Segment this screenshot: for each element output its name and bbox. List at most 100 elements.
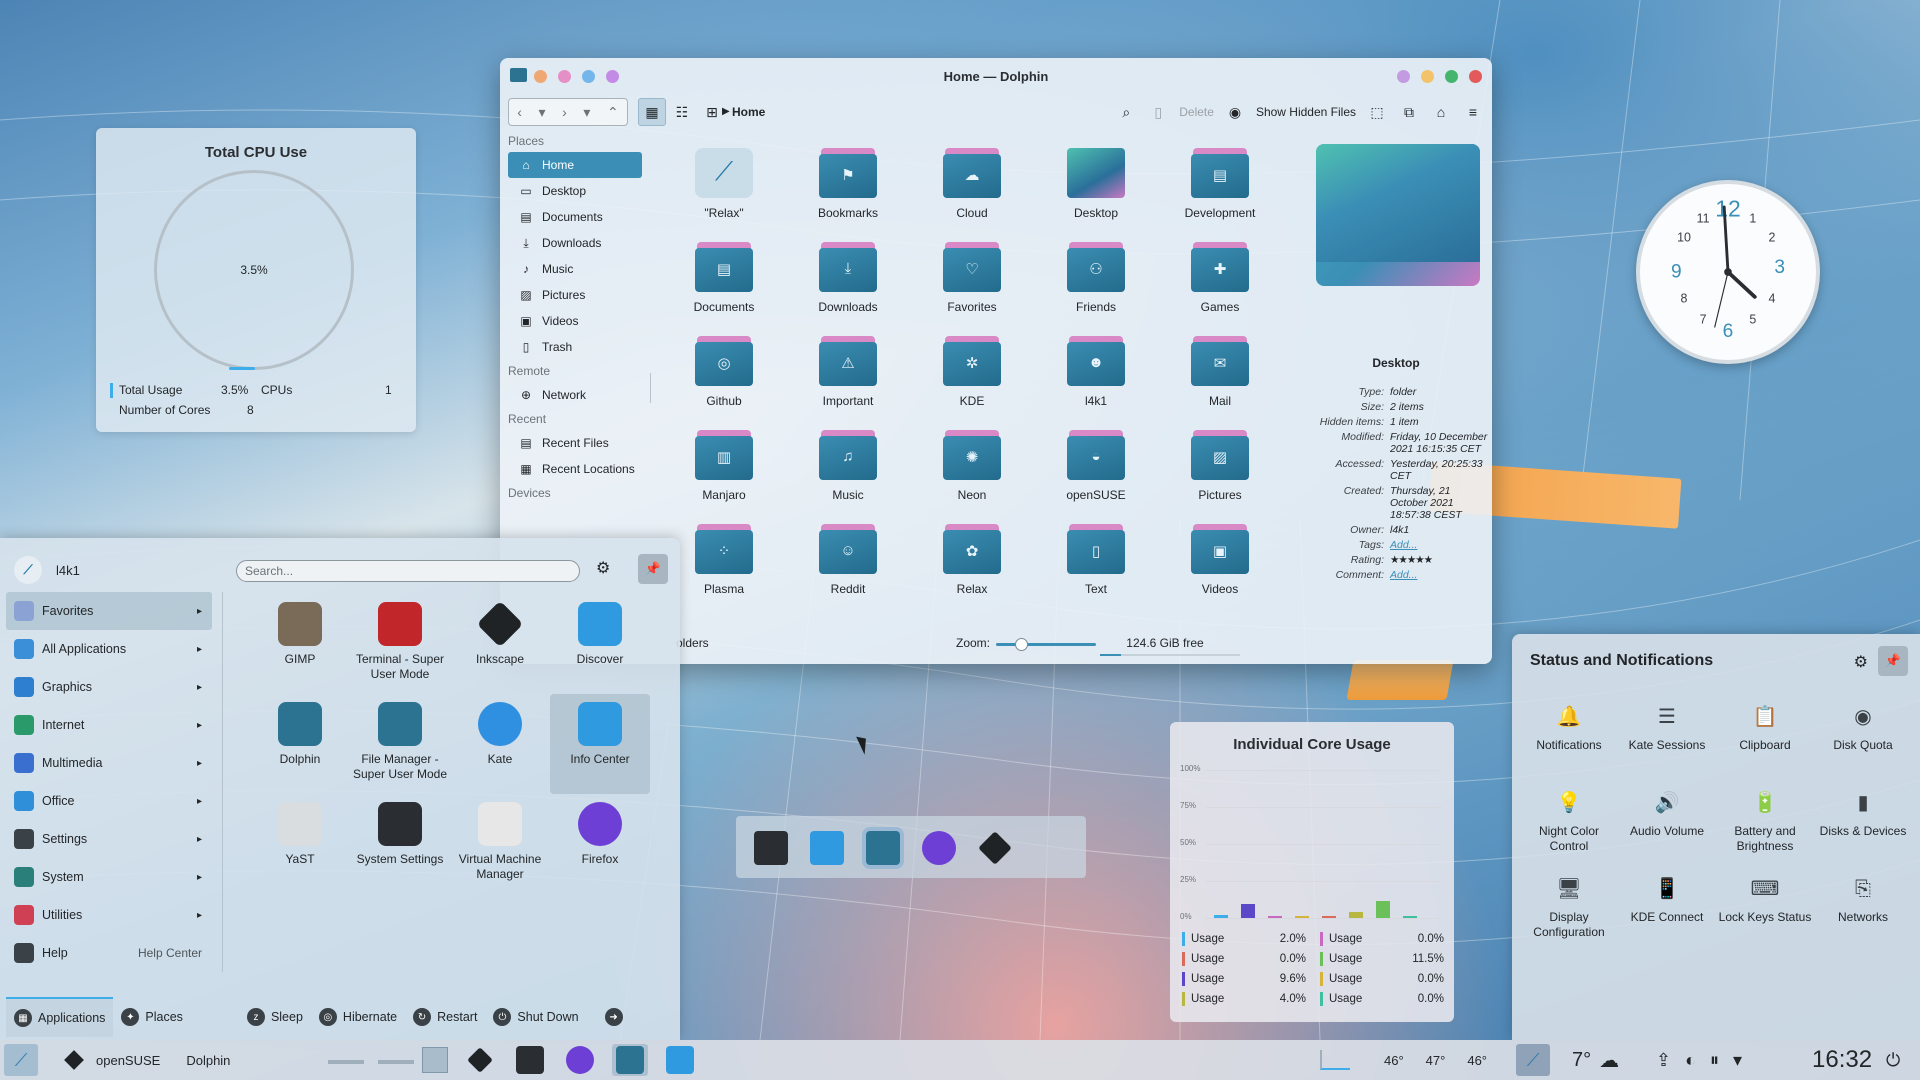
category-favorites[interactable]: Favorites ▸ [6,592,212,630]
avatar[interactable]: ⟋ [14,556,42,584]
file-item[interactable]: ▤ Documents [662,240,786,334]
inkscape-icon[interactable] [978,831,1012,865]
sleep-button[interactable]: z Sleep [239,997,311,1037]
file-item[interactable]: ▤ Development [1158,146,1282,240]
icons-view-icon[interactable]: ▦ [638,98,666,126]
tray-audio-volume[interactable]: 🔊 Audio Volume [1618,782,1716,868]
clock[interactable]: 16:32 [1812,1044,1872,1076]
tray-notifications[interactable]: 🔔 Notifications [1520,696,1618,782]
task-discover[interactable] [666,1044,694,1076]
split-icon[interactable]: ⧉ [1398,104,1420,121]
places-item[interactable]: ▤ Recent Files [508,430,642,456]
show-hidden-files-button[interactable]: Show Hidden Files [1256,105,1356,119]
category-multimedia[interactable]: Multimedia ▸ [6,744,212,782]
places-item[interactable]: ⌂ Home [508,152,642,178]
tray-lock-keys-status[interactable]: ⌨ Lock Keys Status [1716,868,1814,954]
file-item[interactable]: ✿ Relax [910,522,1034,616]
configure-icon[interactable]: ⚙ [1854,652,1868,672]
launcher-button[interactable]: ⟋ [4,1044,38,1076]
category-graphics[interactable]: Graphics ▸ [6,668,212,706]
file-item[interactable]: ▣ Videos [1158,522,1282,616]
pin-icon[interactable]: 📌 [1878,646,1908,676]
system-settings-icon[interactable] [754,831,788,865]
file-item[interactable]: ☺ Reddit [786,522,910,616]
file-item[interactable]: ⚇ Friends [1034,240,1158,334]
file-item[interactable]: ⚠ Important [786,334,910,428]
task-dolphin[interactable] [612,1044,648,1076]
category-system[interactable]: System ▸ [6,858,212,896]
tray-display-configuration[interactable]: 🖥 Display Configuration [1520,868,1618,954]
breadcrumb[interactable]: Home [732,105,765,119]
discover-icon[interactable] [810,831,844,865]
breadcrumb-arrow-icon[interactable]: ▶ [722,106,730,117]
global-menu[interactable]: openSUSE Dolphin [64,1044,230,1076]
app-virtual-machine-manager[interactable]: Virtual Machine Manager [450,794,550,894]
up-icon[interactable]: ⌃ [607,104,619,121]
file-item[interactable]: ⚑ Bookmarks [786,146,910,240]
tray-battery-and-brightness[interactable]: 🔋 Battery and Brightness [1716,782,1814,868]
file-item[interactable]: ▨ Pictures [1158,428,1282,522]
dolphin-app-icon[interactable] [510,68,527,82]
file-item[interactable]: ⤓ Downloads [786,240,910,334]
file-item[interactable]: ⁘ Plasma [662,522,786,616]
chevron-down-icon[interactable]: ▾ [583,104,590,121]
tray-night-color-control[interactable]: 💡 Night Color Control [1520,782,1618,868]
task-firefox[interactable] [566,1044,594,1076]
hibernate-button[interactable]: ◎ Hibernate [311,997,405,1037]
hamburger-menu-icon[interactable]: ≡ [1462,104,1484,120]
zoom-slider[interactable] [996,638,1096,651]
file-item[interactable]: ▯ Text [1034,522,1158,616]
places-item[interactable]: ▤ Documents [508,204,642,230]
title-bar[interactable]: Home — Dolphin [500,58,1492,94]
file-item[interactable]: ☻ l4k1 [1034,334,1158,428]
file-item[interactable]: ✺ Neon [910,428,1034,522]
category-office[interactable]: Office ▸ [6,782,212,820]
file-item[interactable]: ▥ Manjaro [662,428,786,522]
configure-icon[interactable]: ⚙ [596,558,610,578]
chevron-down-icon[interactable]: ▾ [539,104,546,121]
app-dolphin[interactable]: Dolphin [250,694,350,794]
app-kate[interactable]: Kate [450,694,550,794]
back-icon[interactable]: ‹ [517,104,522,120]
places-item[interactable]: ⤓ Downloads [508,230,642,256]
select-icon[interactable]: ⬚ [1366,104,1388,121]
tray-disks-devices[interactable]: ▮ Disks & Devices [1814,782,1912,868]
file-item[interactable]: Desktop [1034,146,1158,240]
eye-icon[interactable]: ◉ [1224,104,1246,121]
temperature-sensors[interactable]: 46° 47° 46° [1384,1044,1487,1076]
maximize-button[interactable] [1445,70,1458,83]
titlebar-dot[interactable] [534,70,547,83]
delete-button[interactable]: Delete [1179,105,1214,119]
tray-kate-sessions[interactable]: ☰ Kate Sessions [1618,696,1716,782]
panel-splitter[interactable] [650,373,651,403]
app-terminal-super-user-mode[interactable]: Terminal - Super User Mode [350,594,450,694]
keep-above-button[interactable] [1397,70,1410,83]
more-actions-button[interactable]: ➜ [597,997,631,1037]
file-item[interactable]: ✚ Games [1158,240,1282,334]
volume-icon[interactable]: ◐ [1685,1050,1696,1071]
home-icon[interactable]: ⌂ [1430,104,1452,120]
app-gimp[interactable]: GIMP [250,594,350,694]
category-settings[interactable]: Settings ▸ [6,820,212,858]
restart-button[interactable]: ↻ Restart [405,997,485,1037]
zoom-slider-handle[interactable] [1015,638,1028,651]
tray-kde-connect[interactable]: 📱 KDE Connect [1618,868,1716,954]
places-item[interactable]: ▣ Videos [508,308,642,334]
search-input[interactable]: Search... [236,560,580,582]
property-value[interactable]: Add... [1390,569,1490,581]
places-item[interactable]: ▨ Pictures [508,282,642,308]
power-button[interactable]: ⏻ [1886,1044,1900,1076]
app-info-center[interactable]: Info Center [550,694,650,794]
titlebar-dot[interactable] [582,70,595,83]
app-inkscape[interactable]: Inkscape [450,594,550,694]
pager-desktop-1[interactable] [328,1044,364,1076]
media-pause-icon[interactable]: ⏸ [1710,1050,1719,1071]
task-system-settings[interactable] [516,1044,544,1076]
pin-icon[interactable]: 📌 [638,554,668,584]
tray-expand-icon[interactable]: ▾ [1733,1050,1742,1071]
places-tab[interactable]: ✦ Places [113,997,191,1037]
file-item[interactable]: ◒ openSUSE [1034,428,1158,522]
pager-desktop-3[interactable] [422,1044,450,1076]
file-item[interactable]: ♫ Music [786,428,910,522]
places-item[interactable]: ⊕ Network [508,382,642,408]
